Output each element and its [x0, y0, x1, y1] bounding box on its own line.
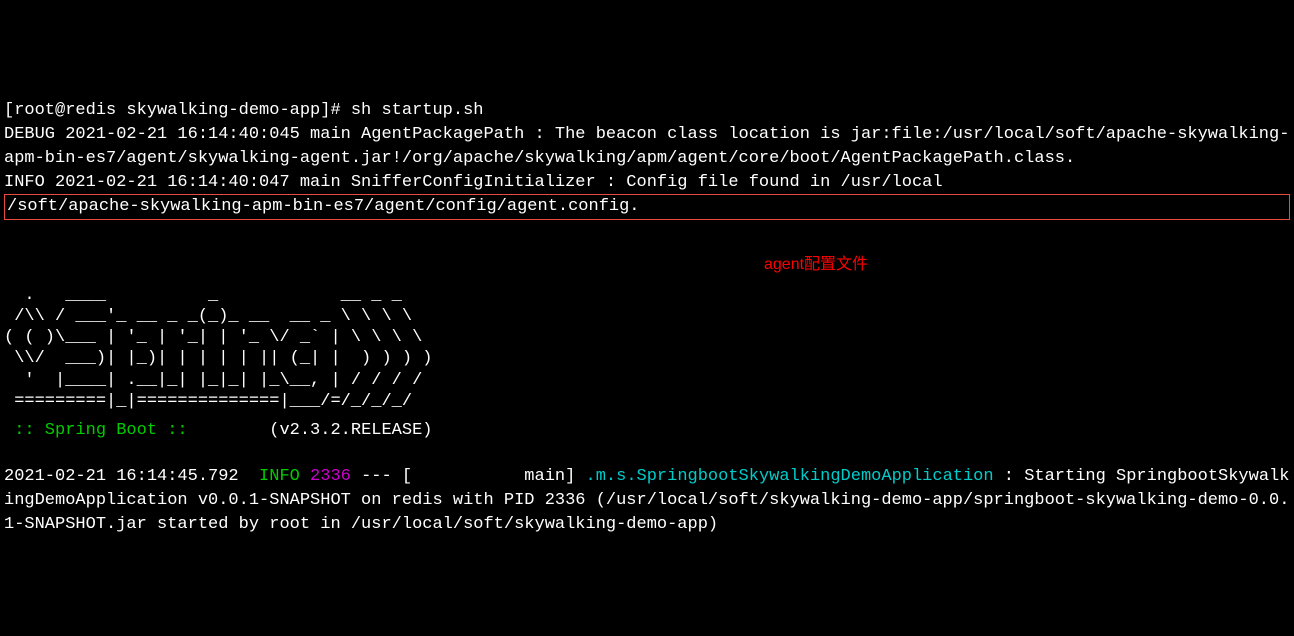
startup-log-line: 2021-02-21 16:14:45.792 INFO 2336 --- [ …	[4, 467, 1289, 534]
log-pid: 2336	[300, 467, 351, 486]
info-log-pre-highlight: INFO 2021-02-21 16:14:40:047 main Sniffe…	[4, 173, 943, 192]
spring-banner-text: :: Spring Boot ::	[4, 421, 198, 440]
log-thread: --- [ main]	[351, 467, 586, 486]
info-log-in-highlight: /soft/apache-skywalking-apm-bin-es7/agen…	[7, 197, 640, 216]
config-path-highlight: /soft/apache-skywalking-apm-bin-es7/agen…	[4, 194, 1290, 220]
log-class: .m.s.SpringbootSkywalkingDemoApplication	[586, 467, 994, 486]
annotation-label: agent配置文件	[4, 220, 1290, 276]
spring-banner-line: :: Spring Boot :: (v2.3.2.RELEASE)	[4, 420, 1290, 441]
debug-log-line: DEBUG 2021-02-21 16:14:40:045 main Agent…	[4, 125, 1289, 168]
log-level: INFO	[259, 467, 300, 486]
blank-line	[4, 441, 1290, 465]
log-timestamp: 2021-02-21 16:14:45.792	[4, 467, 259, 486]
spring-banner-version: (v2.3.2.RELEASE)	[198, 421, 433, 440]
shell-prompt-line: [root@redis skywalking-demo-app]# sh sta…	[4, 101, 483, 120]
spring-ascii-art: . ____ _ __ _ _ /\\ / ___'_ __ _ _(_)_ _…	[4, 285, 1290, 413]
